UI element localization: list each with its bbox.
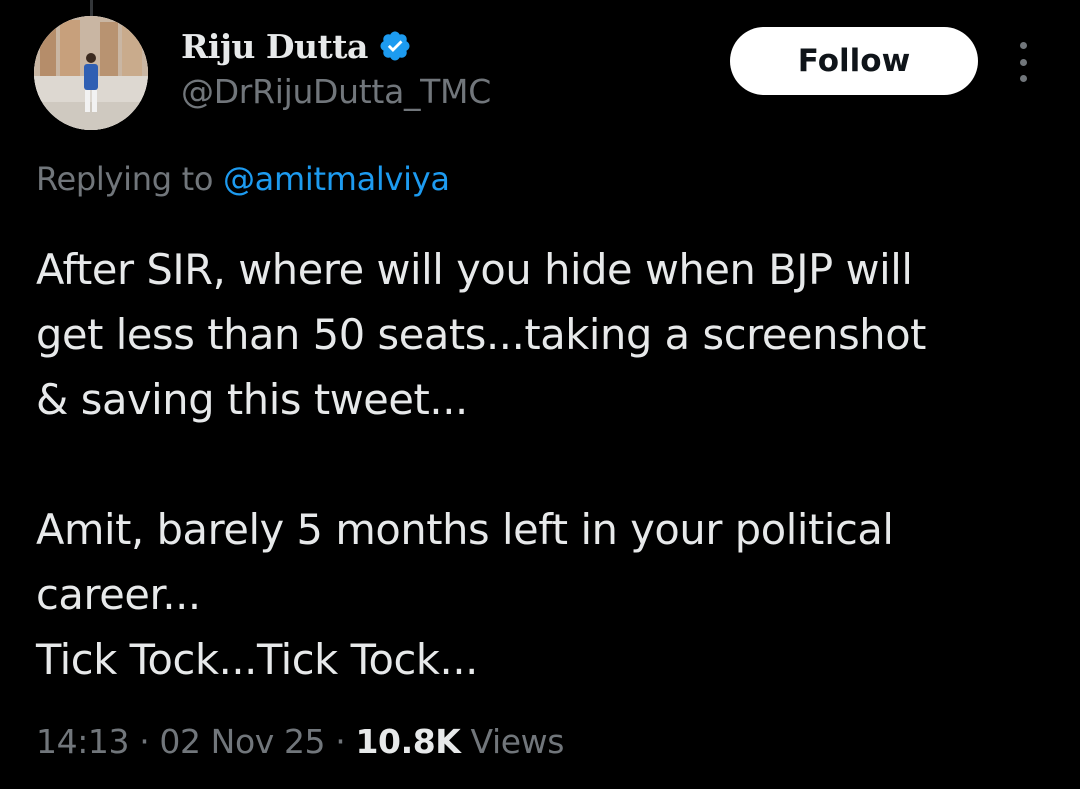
tweet-line: & saving this tweet...	[36, 375, 468, 424]
tweet-date[interactable]: 02 Nov 25	[159, 722, 325, 761]
follow-button[interactable]: Follow	[730, 27, 978, 95]
tweet-line: career...	[36, 570, 201, 619]
replying-to-prefix: Replying to	[36, 160, 223, 198]
tweet-text: After SIR, where will you hide when BJP …	[36, 237, 1066, 692]
verified-badge-icon[interactable]	[378, 29, 412, 63]
more-dot	[1019, 42, 1027, 49]
more-options-icon[interactable]	[1006, 42, 1040, 82]
author-display-name[interactable]: Riju Dutta	[181, 27, 368, 66]
views-label[interactable]: Views	[471, 722, 565, 761]
more-dot	[1019, 58, 1027, 66]
tweet-line	[36, 432, 1066, 497]
author-handle[interactable]: @DrRijuDutta_TMC	[181, 72, 491, 111]
avatar[interactable]	[34, 16, 148, 130]
tweet-line: After SIR, where will you hide when BJP …	[36, 245, 913, 294]
tweet-metadata: 14:13 · 02 Nov 25 · 10.8K Views	[36, 722, 564, 761]
replying-to-line: Replying to @amitmalviya	[36, 160, 450, 198]
tweet-time[interactable]: 14:13	[36, 722, 130, 761]
thread-connector-line	[90, 0, 93, 16]
meta-separator: ·	[129, 722, 160, 761]
views-count[interactable]: 10.8K	[355, 722, 460, 761]
reply-to-handle-link[interactable]: @amitmalviya	[223, 160, 450, 198]
tweet-line: Amit, barely 5 months left in your polit…	[36, 505, 894, 554]
avatar-image	[34, 16, 148, 130]
tweet-line: get less than 50 seats...taking a screen…	[36, 310, 927, 359]
author-name-row[interactable]: Riju Dutta	[181, 22, 412, 70]
tweet-line: Tick Tock...Tick Tock...	[36, 635, 478, 684]
meta-separator: ·	[325, 722, 356, 761]
more-dot	[1019, 75, 1027, 82]
